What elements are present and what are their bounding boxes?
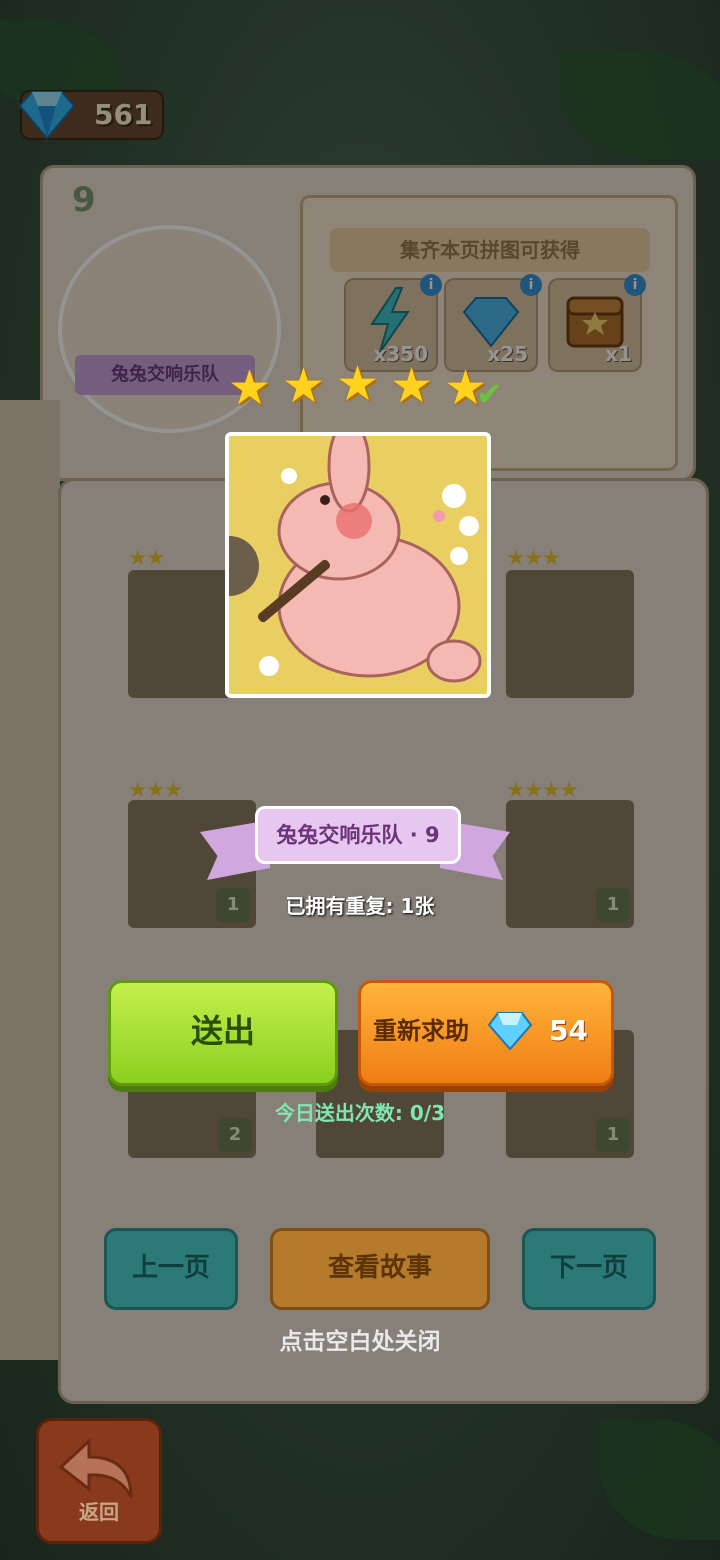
star-icon: ★ xyxy=(282,358,326,414)
back-button[interactable]: 返回 xyxy=(36,1418,162,1544)
next-page-button[interactable]: 下一页 xyxy=(522,1228,656,1310)
piece-name: 兔兔交响乐队 · 9 xyxy=(255,806,461,864)
send-button-label: 送出 xyxy=(190,1012,255,1050)
gem-icon xyxy=(487,1012,533,1051)
view-story-button[interactable]: 查看故事 xyxy=(270,1228,490,1310)
bunny-illustration xyxy=(229,436,487,694)
request-help-label: 重新求助 xyxy=(373,1017,469,1045)
star-icon: ★ xyxy=(228,360,272,416)
duplicate-owned-text: 已拥有重复: 1张 xyxy=(285,894,435,918)
back-arrow-icon xyxy=(58,1437,133,1498)
send-button[interactable]: 送出 xyxy=(108,980,338,1086)
checkmark-icon: ✔ xyxy=(476,375,503,413)
close-hint: 点击空白处关闭 xyxy=(279,1329,441,1355)
request-help-button[interactable]: 重新求助 54 xyxy=(358,980,614,1086)
star-icon: ★ xyxy=(336,356,380,412)
back-label: 返回 xyxy=(79,1500,119,1524)
prev-page-button[interactable]: 上一页 xyxy=(104,1228,238,1310)
star-icon: ★ xyxy=(390,358,434,414)
request-help-cost: 54 xyxy=(549,1014,588,1047)
puzzle-piece-image xyxy=(225,432,491,698)
daily-send-count: 今日送出次数: 0/3 xyxy=(274,1101,446,1125)
